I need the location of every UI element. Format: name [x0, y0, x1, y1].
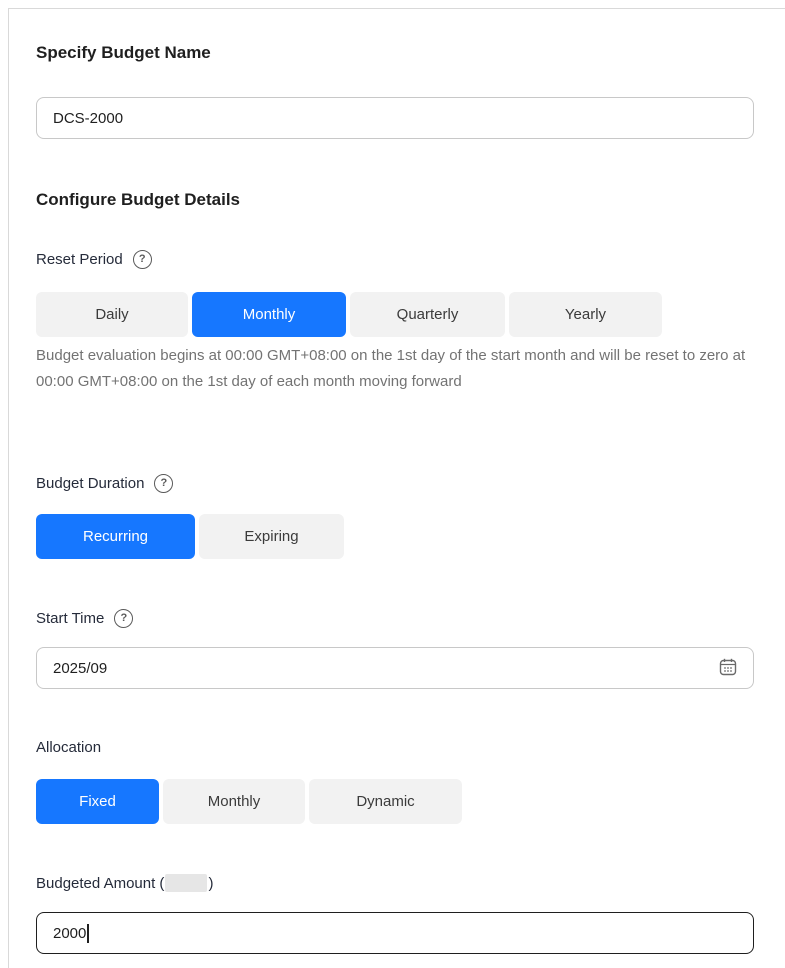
reset-period-segmented: Daily Monthly Quarterly Yearly — [36, 292, 662, 337]
budgeted-amount-label-prefix: Budgeted Amount ( — [36, 874, 165, 892]
reset-period-label: Reset Period ? — [36, 250, 152, 269]
budgeted-amount-input[interactable]: 2000 — [36, 912, 754, 954]
text-caret — [87, 923, 89, 943]
allocation-option-dynamic[interactable]: Dynamic — [309, 779, 462, 824]
budget-details-title: Configure Budget Details — [36, 190, 241, 209]
reset-period-hint: Budget evaluation begins at 00:00 GMT+08… — [36, 347, 746, 390]
calendar-icon[interactable] — [719, 658, 737, 676]
budget-duration-option-expiring[interactable]: Expiring — [199, 514, 344, 559]
budgeted-amount-label-suffix: ) — [208, 874, 214, 892]
budget-name-title: Specify Budget Name — [36, 43, 211, 62]
budgeted-amount-label: Budgeted Amount ( ) — [36, 874, 213, 892]
allocation-option-fixed[interactable]: Fixed — [36, 779, 159, 824]
allocation-segmented: Fixed Monthly Dynamic — [36, 779, 462, 824]
budget-duration-label-text: Budget Duration — [36, 475, 145, 492]
reset-period-option-quarterly[interactable]: Quarterly — [350, 292, 505, 337]
start-time-picker[interactable]: 2025/09 — [36, 647, 754, 689]
allocation-label: Allocation — [36, 739, 102, 756]
budget-form-panel: Specify Budget Name DCS-2000 Configure B… — [8, 8, 785, 968]
question-circle-icon[interactable]: ? — [114, 609, 134, 628]
reset-period-label-text: Reset Period — [36, 251, 123, 268]
question-circle-icon[interactable]: ? — [132, 250, 152, 269]
reset-period-option-monthly[interactable]: Monthly — [192, 292, 346, 337]
budget-duration-label: Budget Duration ? — [36, 474, 174, 493]
start-time-value: 2025/09 — [53, 659, 108, 677]
allocation-option-monthly[interactable]: Monthly — [163, 779, 305, 824]
start-time-label: Start Time ? — [36, 609, 134, 628]
budgeted-amount-value: 2000 — [53, 924, 87, 942]
budget-name-input[interactable]: DCS-2000 — [36, 97, 754, 139]
question-circle-icon[interactable]: ? — [154, 474, 174, 493]
reset-period-option-yearly[interactable]: Yearly — [509, 292, 662, 337]
budget-duration-segmented: Recurring Expiring — [36, 514, 344, 559]
budget-name-value: DCS-2000 — [53, 109, 124, 127]
budget-duration-option-recurring[interactable]: Recurring — [36, 514, 195, 559]
reset-period-option-daily[interactable]: Daily — [36, 292, 188, 337]
start-time-label-text: Start Time — [36, 610, 105, 627]
currency-redacted-box — [165, 874, 208, 892]
